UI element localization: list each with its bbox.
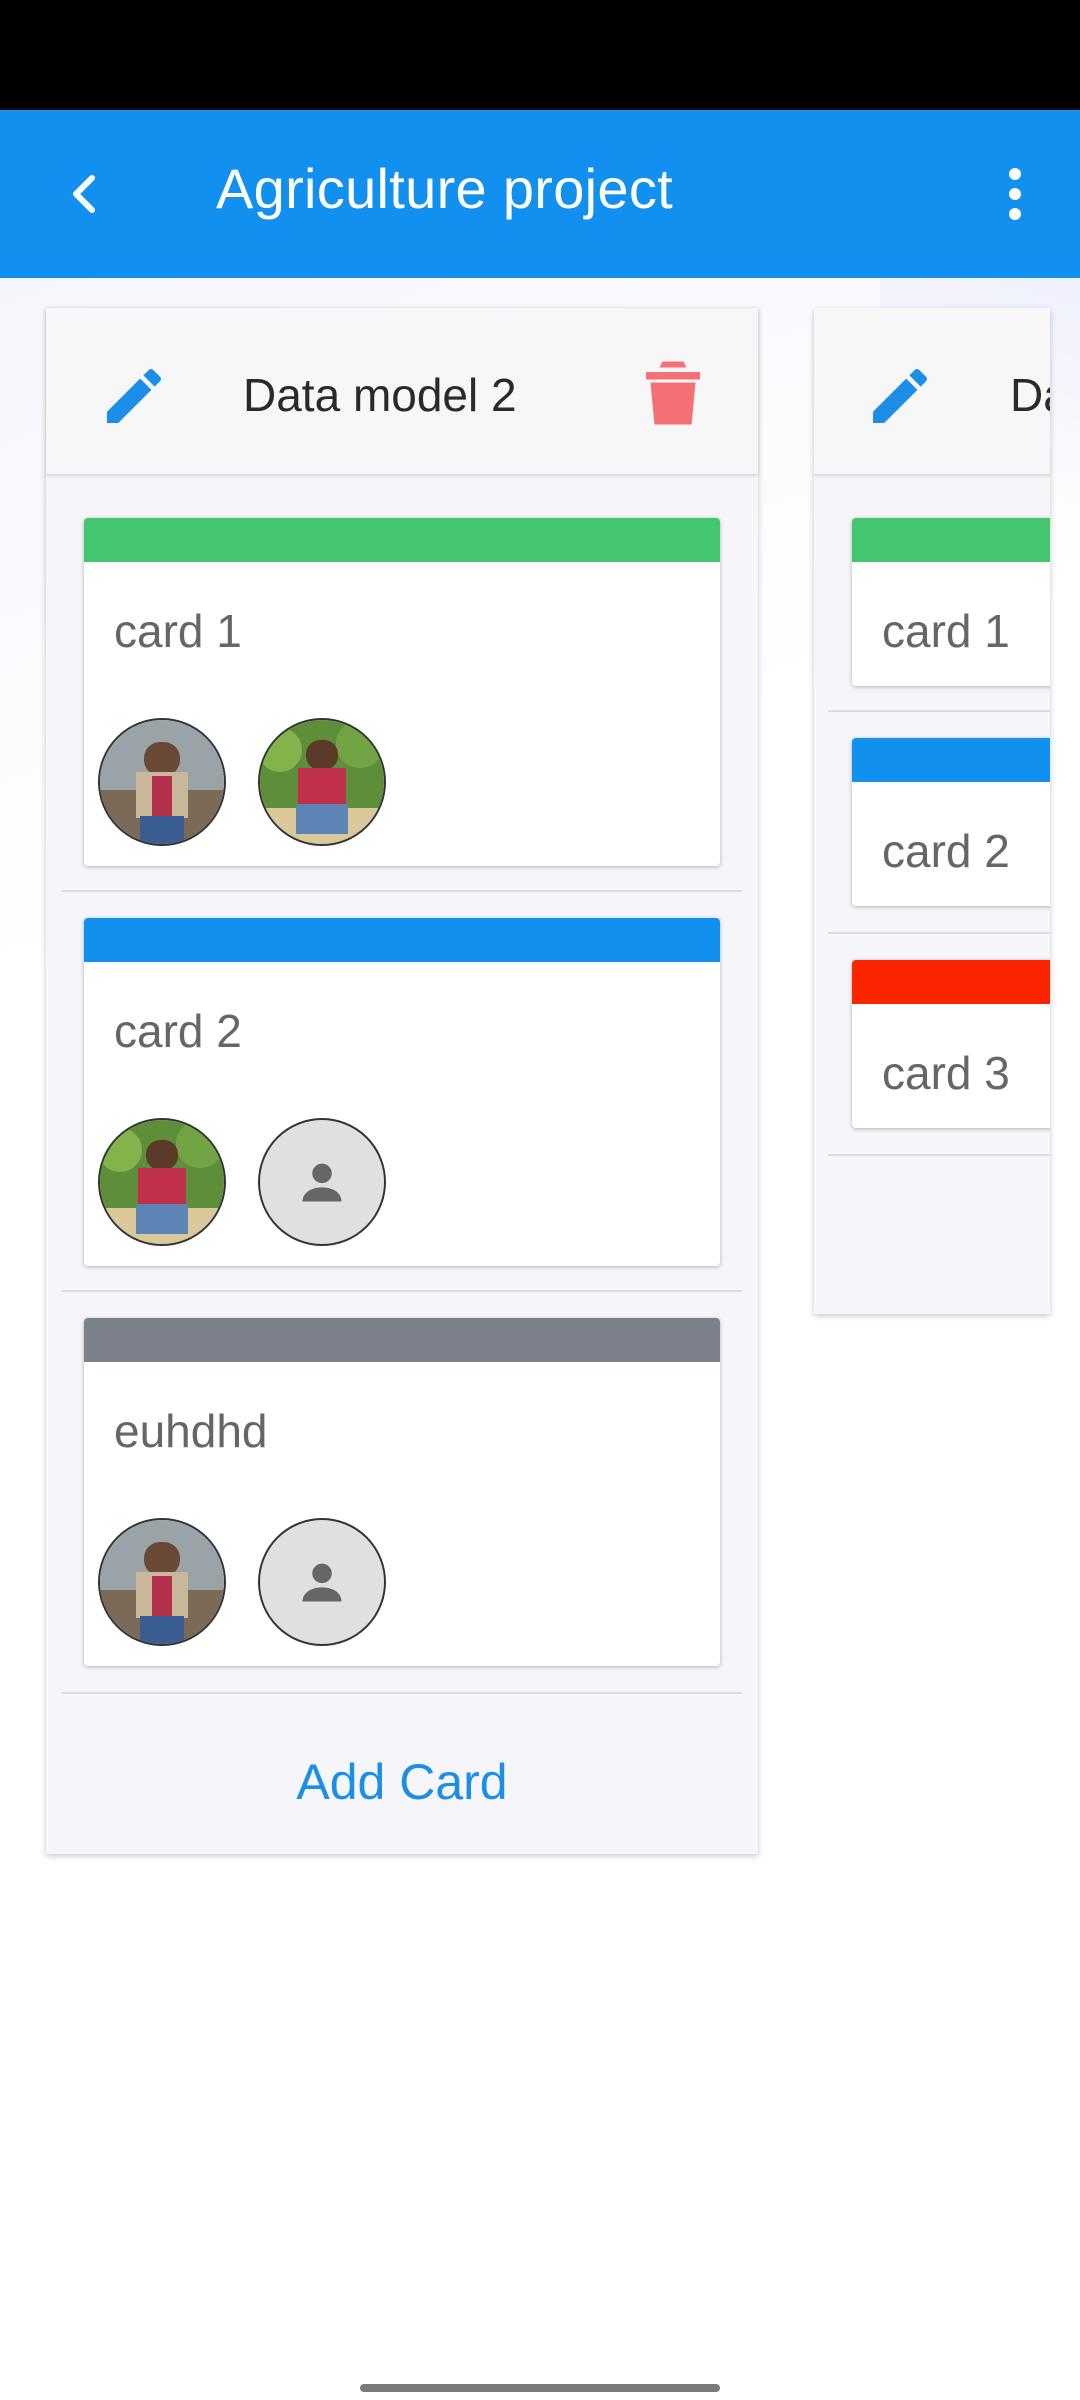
card[interactable]: card 1 [852, 518, 1050, 686]
card-title: euhdhd [114, 1405, 268, 1457]
card-title: card 2 [882, 825, 1010, 877]
edit-column-button[interactable] [86, 348, 182, 444]
card-title: card 1 [882, 605, 1010, 657]
divider [62, 1290, 742, 1292]
card-label-color [852, 960, 1050, 1004]
column-title: Data model 2 [243, 369, 517, 421]
back-button[interactable] [48, 150, 120, 238]
list-column: Da card 1 card 2 card 3 [814, 308, 1050, 1314]
list-column: Data model 2 card 1 card 2 euhdhd Add Ca… [46, 308, 758, 1854]
card-title: card 1 [114, 605, 242, 657]
delete-column-button[interactable] [638, 354, 708, 432]
card[interactable]: card 2 [84, 918, 720, 1266]
column-header: Data model 2 [46, 308, 758, 475]
home-indicator[interactable] [360, 2384, 720, 2392]
add-card-button[interactable]: Add Card [46, 1710, 758, 1854]
status-bar [0, 0, 1080, 110]
column-title: Da [1010, 369, 1050, 421]
card[interactable]: card 2 [852, 738, 1050, 906]
card-label-color [84, 918, 720, 962]
trash-icon [646, 361, 700, 425]
more-vert-icon [1009, 168, 1021, 220]
card-label-color [852, 738, 1050, 782]
card-title: card 2 [114, 1005, 242, 1057]
chevron-left-icon [73, 175, 95, 213]
card[interactable]: card 3 [852, 960, 1050, 1128]
card-title: card 3 [882, 1047, 1010, 1099]
divider [62, 890, 742, 892]
column-header: Da [814, 308, 1050, 475]
pencil-icon [107, 368, 162, 423]
card-label-color [84, 518, 720, 562]
divider [828, 932, 1050, 934]
page-title: Agriculture project [216, 157, 674, 220]
avatar-placeholder[interactable] [258, 1118, 386, 1246]
divider [62, 1692, 742, 1694]
card[interactable]: euhdhd [84, 1318, 720, 1666]
divider [828, 710, 1050, 712]
card-label-color [84, 1318, 720, 1362]
avatar[interactable] [258, 718, 386, 846]
overflow-menu-button[interactable] [980, 150, 1050, 238]
divider [828, 1154, 1050, 1156]
avatar-placeholder[interactable] [258, 1518, 386, 1646]
app-bar: Agriculture project [0, 110, 1080, 278]
avatar[interactable] [98, 718, 226, 846]
pencil-icon [873, 368, 928, 423]
avatar[interactable] [98, 1118, 226, 1246]
person-icon [302, 1163, 342, 1202]
card-label-color [852, 518, 1050, 562]
card[interactable]: card 1 [84, 518, 720, 866]
person-icon [302, 1563, 342, 1602]
edit-column-button[interactable] [852, 348, 948, 444]
avatar[interactable] [98, 1518, 226, 1646]
